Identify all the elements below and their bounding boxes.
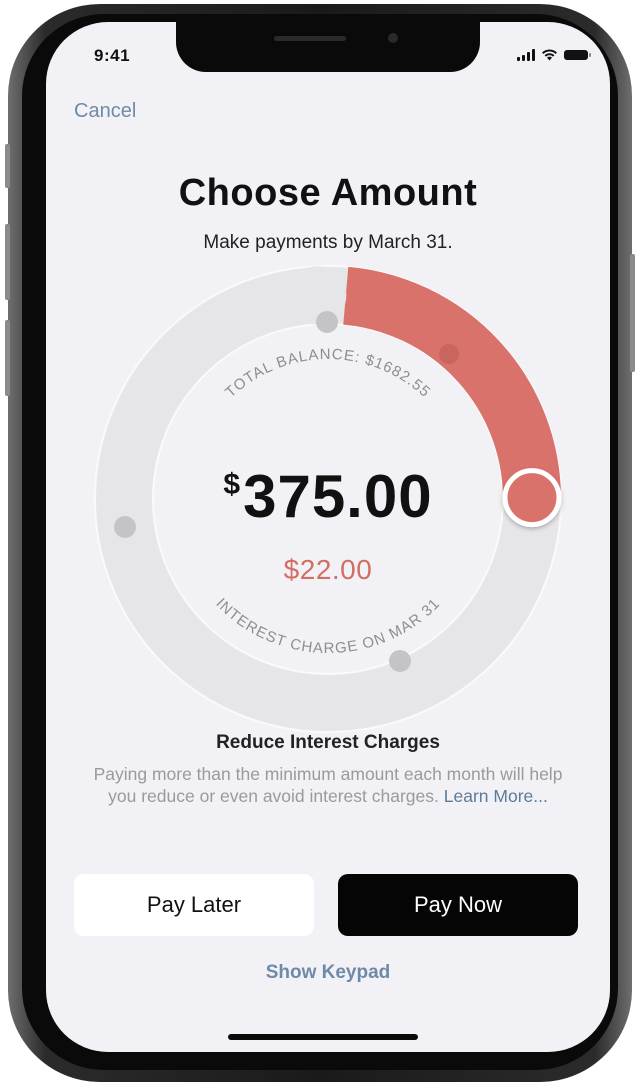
info-body: Paying more than the minimum amount each… [86, 763, 570, 807]
payment-amount-value: 375.00 [243, 463, 433, 530]
side-button [630, 254, 635, 372]
dial-marker [439, 344, 459, 364]
battery-icon [564, 49, 591, 60]
screen: 9:41 Cancel Choose Amount Make payments … [46, 22, 610, 1052]
interest-charge-label: INTEREST CHARGE ON MAR 31 [213, 595, 444, 657]
front-camera [388, 33, 398, 43]
pay-now-label: Pay Now [413, 892, 503, 917]
status-icons [517, 48, 591, 61]
pay-later-label: Pay Later [146, 892, 242, 917]
dial-marker [389, 650, 411, 672]
dial-marker [316, 311, 338, 333]
notch [176, 22, 480, 72]
learn-more-link[interactable]: Learn More... [444, 786, 548, 806]
page-subtitle: Make payments by March 31. [203, 232, 453, 253]
currency-symbol: $ [223, 468, 242, 501]
mute-switch [5, 144, 10, 188]
volume-up-button [5, 224, 10, 300]
page-title: Choose Amount [178, 172, 478, 214]
show-keypad-button[interactable]: Show Keypad [46, 962, 610, 984]
payment-amount: $375.00 [46, 462, 610, 531]
pay-later-button[interactable]: Pay Later [74, 874, 314, 936]
interest-amount: $22.00 [283, 554, 373, 585]
cancel-button[interactable]: Cancel [74, 100, 136, 123]
pay-now-button[interactable]: Pay Now [338, 874, 578, 936]
speaker-grille [274, 36, 346, 41]
home-indicator[interactable] [228, 1034, 418, 1040]
wifi-icon [542, 49, 557, 61]
status-time: 9:41 [94, 46, 131, 65]
cellular-signal-icon [517, 48, 535, 61]
phone-frame: 9:41 Cancel Choose Amount Make payments … [5, 4, 635, 1082]
total-balance-label: TOTAL BALANCE: $1682.55 [222, 346, 434, 401]
dial-fill-start-cap [288, 266, 347, 325]
info-title: Reduce Interest Charges [216, 732, 440, 753]
volume-down-button [5, 320, 10, 396]
